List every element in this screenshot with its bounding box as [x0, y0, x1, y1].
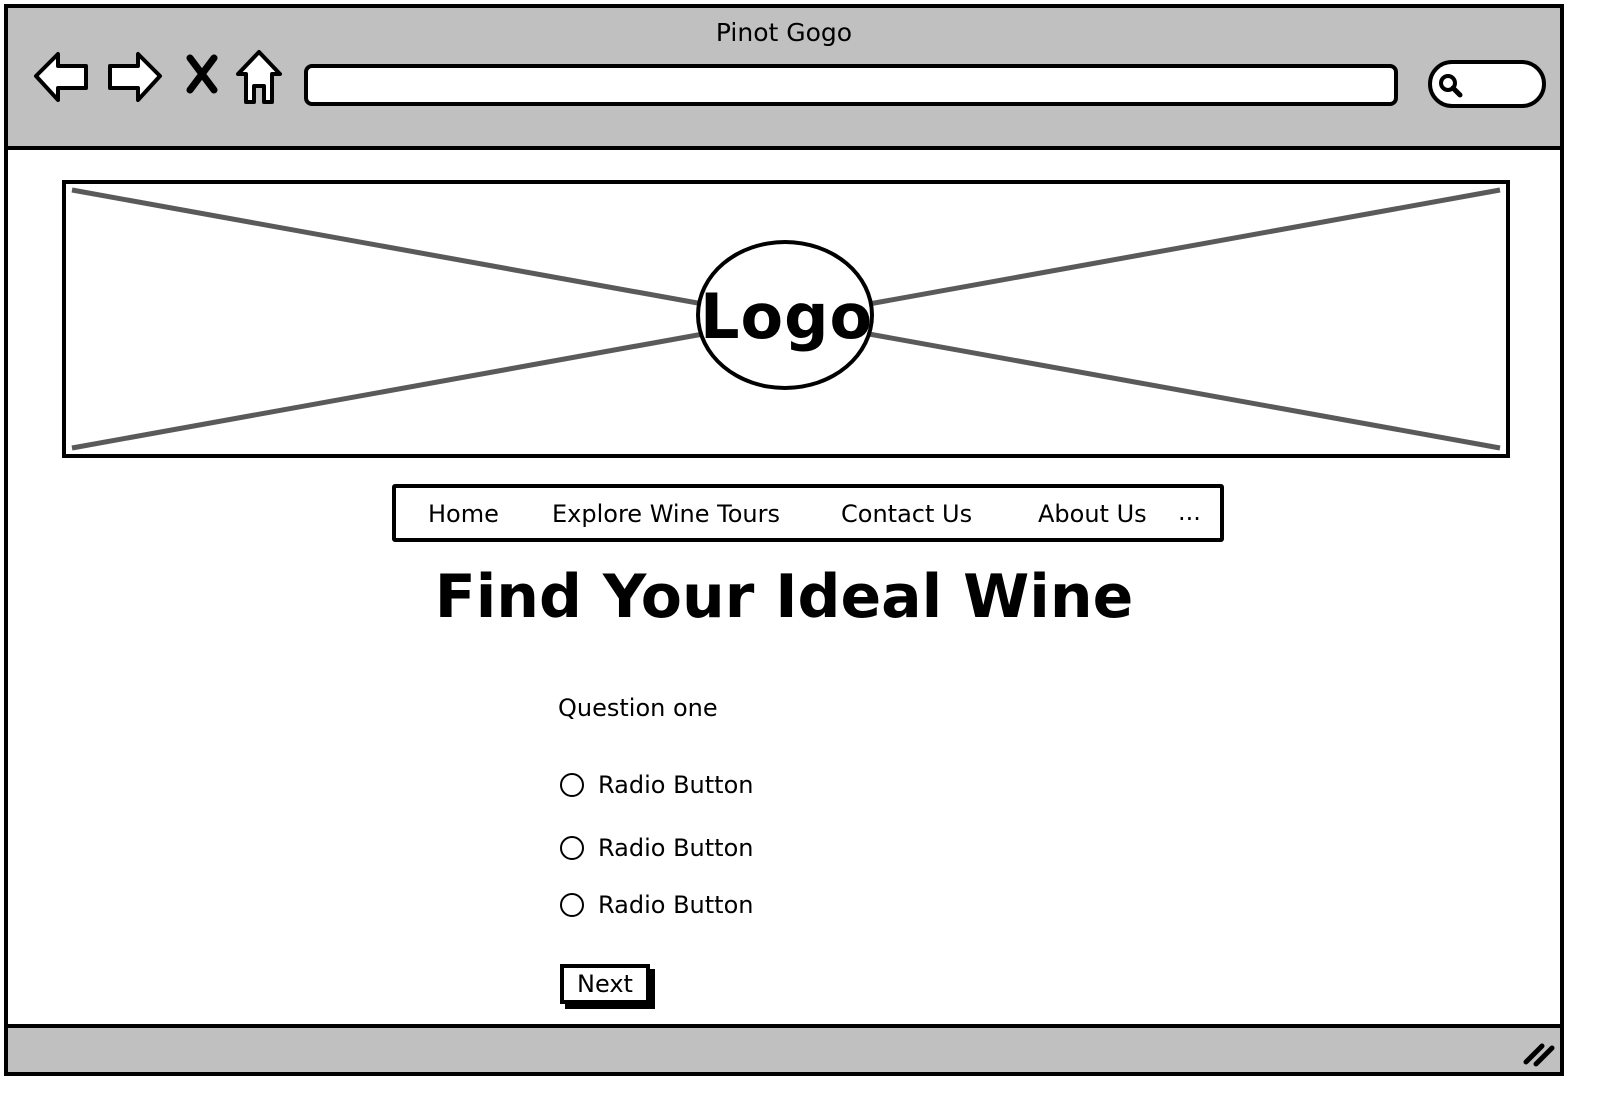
home-icon[interactable] [234, 48, 284, 106]
nav-item-contact-us[interactable]: Contact Us [841, 500, 972, 528]
radio-option-1[interactable]: Radio Button [560, 770, 753, 800]
window-title: Pinot Gogo [715, 18, 853, 47]
browser-titlebar: Pinot Gogo [8, 8, 1560, 150]
radio-label: Radio Button [598, 891, 754, 919]
back-arrow-icon[interactable] [32, 48, 92, 104]
radio-option-2[interactable]: Radio Button [560, 833, 753, 863]
nav-item-more[interactable]: ... [1178, 498, 1201, 526]
radio-circle[interactable] [560, 893, 584, 917]
radio-option-3[interactable]: Radio Button [560, 890, 753, 920]
page-content: Logo Home Explore Wine Tours Contact Us … [8, 150, 1560, 1028]
browser-window: Pinot Gogo Logo Home Explore Wine Tours … [4, 4, 1564, 1076]
resize-grip-icon[interactable] [1520, 1038, 1556, 1068]
radio-label: Radio Button [598, 834, 754, 862]
nav-item-explore-wine-tours[interactable]: Explore Wine Tours [552, 500, 780, 528]
next-button[interactable]: Next [560, 964, 650, 1004]
address-bar[interactable] [304, 64, 1398, 106]
radio-circle[interactable] [560, 773, 584, 797]
nav-item-about-us[interactable]: About Us [1038, 500, 1147, 528]
logo-banner-placeholder: Logo [62, 180, 1510, 458]
page-title: Find Your Ideal Wine [434, 562, 1134, 632]
logo[interactable]: Logo [696, 240, 874, 390]
close-x-icon[interactable] [184, 54, 220, 94]
nav-item-home[interactable]: Home [428, 500, 499, 528]
logo-text: Logo [700, 280, 874, 353]
search-icon [1439, 74, 1463, 98]
forward-arrow-icon[interactable] [104, 48, 164, 104]
question-label: Question one [558, 694, 718, 722]
search-input[interactable] [1428, 60, 1546, 108]
radio-circle[interactable] [560, 836, 584, 860]
radio-label: Radio Button [598, 771, 754, 799]
main-nav: Home Explore Wine Tours Contact Us About… [392, 484, 1224, 542]
browser-statusbar [8, 1024, 1560, 1072]
